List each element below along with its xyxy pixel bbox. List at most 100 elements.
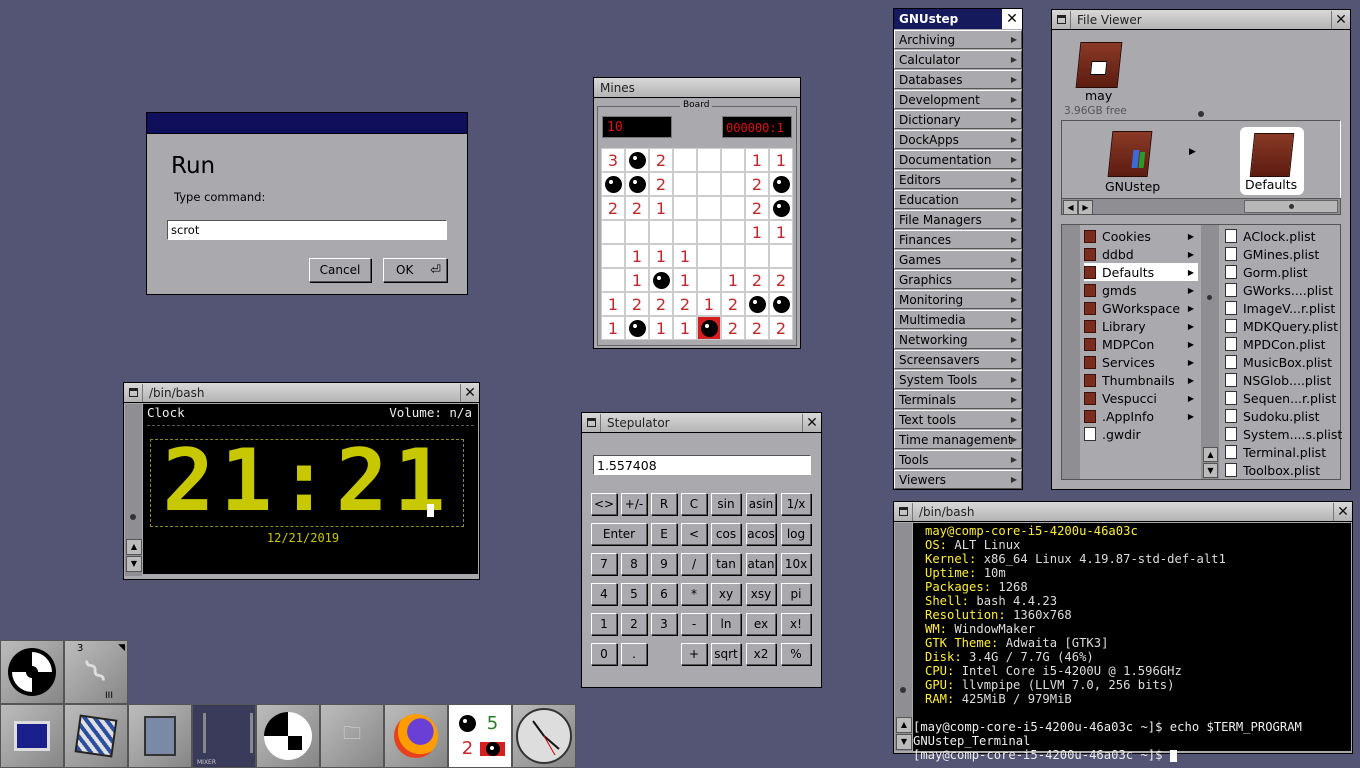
calc-key[interactable]: sin [711,493,741,515]
menu-item[interactable]: Multimedia ▶ [894,310,1022,329]
mine-cell[interactable]: 2 [745,268,769,292]
menu-item[interactable]: Calculator ▶ [894,50,1022,69]
calc-key[interactable]: ln [711,613,741,635]
stepulator-titlebar[interactable]: Stepulator ✕ [582,413,821,433]
menu-item[interactable]: Dictionary ▶ [894,110,1022,129]
clip-arrow-icon[interactable]: ◥ [118,643,125,653]
mine-cell[interactable] [697,196,721,220]
calc-key[interactable]: 1 [591,613,617,635]
menu-item[interactable]: Networking ▶ [894,330,1022,349]
menu-item[interactable]: Databases ▶ [894,70,1022,89]
mine-cell[interactable] [769,172,793,196]
calc-key[interactable]: * [681,583,707,605]
mine-cell[interactable]: 1 [697,292,721,316]
close-icon[interactable]: ✕ [802,413,821,432]
dock-firefox-app[interactable] [384,704,448,768]
gnustep-folder-icon[interactable] [1107,131,1153,177]
menu-item[interactable]: Education ▶ [894,190,1022,209]
calc-key[interactable]: tan [711,553,741,575]
scroll-right-icon[interactable]: ▶ [1078,200,1093,215]
file-item[interactable]: GWorks....plist [1225,281,1333,299]
calc-key[interactable]: x2 [746,643,776,665]
calc-key[interactable]: C [681,493,707,515]
calc-key[interactable]: x! [781,613,811,635]
calc-key[interactable]: % [781,643,811,665]
calc-key[interactable]: sqrt [711,643,741,665]
menu-item[interactable]: Graphics ▶ [894,270,1022,289]
mine-cell[interactable] [769,244,793,268]
scroll-thumb[interactable] [1244,200,1338,213]
mine-cell[interactable] [721,148,745,172]
calc-key[interactable]: 4 [591,583,617,605]
menu-item[interactable]: Editors ▶ [894,170,1022,189]
mine-cell[interactable]: 2 [721,292,745,316]
file-item[interactable]: NSGlob....plist [1225,371,1331,389]
file-item[interactable]: GMines.plist [1225,245,1319,263]
mine-cell[interactable] [769,196,793,220]
terminal-scrollbar[interactable]: ▲ ▼ [895,523,912,751]
folder-item[interactable]: ddbd ▶ [1084,245,1198,263]
menu-item[interactable]: Text tools ▶ [894,410,1022,429]
menu-item[interactable]: Viewers ▶ [894,470,1022,489]
close-icon[interactable]: ✕ [1333,502,1352,521]
browser-scroll-down-icon[interactable]: ▼ [1203,463,1218,478]
dock-mixer-app[interactable]: MIXER [192,704,256,768]
mine-cell[interactable]: 1 [625,244,649,268]
path-item-gnustep[interactable]: GNUstep [1105,179,1160,194]
dock-clock-app[interactable] [512,704,576,768]
calc-key[interactable]: 2 [621,613,647,635]
run-dialog-titlebar[interactable] [147,113,467,134]
mine-cell[interactable]: 2 [649,292,673,316]
mine-cell[interactable] [745,244,769,268]
menu-item[interactable]: Monitoring ▶ [894,290,1022,309]
mine-cell[interactable] [649,268,673,292]
file-item[interactable]: AClock.plist [1225,227,1316,245]
clock-terminal-scrollbar[interactable]: ▲ ▼ [125,404,142,576]
path-scrollbar[interactable]: ◀ ▶ [1061,198,1341,215]
browser-left-scrollbar[interactable] [1062,225,1080,479]
mine-cell[interactable] [673,172,697,196]
file-item[interactable]: Toolbox.plist [1225,461,1320,479]
calc-key[interactable]: xy [711,583,741,605]
calc-key[interactable]: + [681,643,707,665]
calc-key[interactable]: asin [746,493,776,515]
run-command-input[interactable]: scrot [167,220,447,240]
mine-cell[interactable]: 2 [649,172,673,196]
scroll-down-icon[interactable]: ▼ [126,556,142,572]
calc-key[interactable]: . [621,643,647,665]
folder-item[interactable]: Vespucci ▶ [1084,389,1198,407]
mine-cell[interactable] [697,148,721,172]
mine-cell[interactable]: 2 [745,172,769,196]
menu-item[interactable]: Development ▶ [894,90,1022,109]
dock-folder-app[interactable]: 🗀 [320,704,384,768]
ok-button[interactable]: OK ⏎ [383,258,447,282]
calc-key[interactable]: pi [781,583,811,605]
mine-cell[interactable] [673,220,697,244]
menu-item[interactable]: DockApps ▶ [894,130,1022,149]
gnustep-menu-titlebar[interactable]: GNUstep ✕ [894,9,1022,29]
calc-key[interactable]: ex [746,613,776,635]
mine-cell[interactable] [673,196,697,220]
file-item[interactable]: Terminal.plist [1225,443,1326,461]
mine-cell[interactable]: 1 [649,196,673,220]
dock-gnustep-app[interactable] [256,704,320,768]
dock-monitor-app[interactable] [0,704,64,768]
clock-terminal-content[interactable]: Clock Volume: n/a 21:21 12/21/2019 [143,404,478,574]
defaults-folder-selected[interactable]: Defaults [1240,127,1304,195]
mine-cell[interactable]: 1 [673,268,697,292]
mine-cell[interactable]: 1 [625,268,649,292]
home-folder-icon[interactable] [1075,42,1123,88]
menu-item[interactable]: Games ▶ [894,250,1022,269]
menu-item[interactable]: System Tools ▶ [894,370,1022,389]
mine-cell[interactable] [721,172,745,196]
mine-cell[interactable] [745,292,769,316]
mine-cell[interactable]: 2 [769,316,793,340]
mine-cell[interactable]: 1 [649,316,673,340]
scroll-up-icon[interactable]: ▲ [896,717,912,733]
calc-key[interactable]: / [681,553,707,575]
browser-scroll-up-icon[interactable]: ▲ [1203,447,1218,462]
mine-cell[interactable]: 1 [769,220,793,244]
mine-cell[interactable] [625,172,649,196]
calc-key[interactable]: - [681,613,707,635]
miniaturize-icon[interactable] [124,383,143,402]
